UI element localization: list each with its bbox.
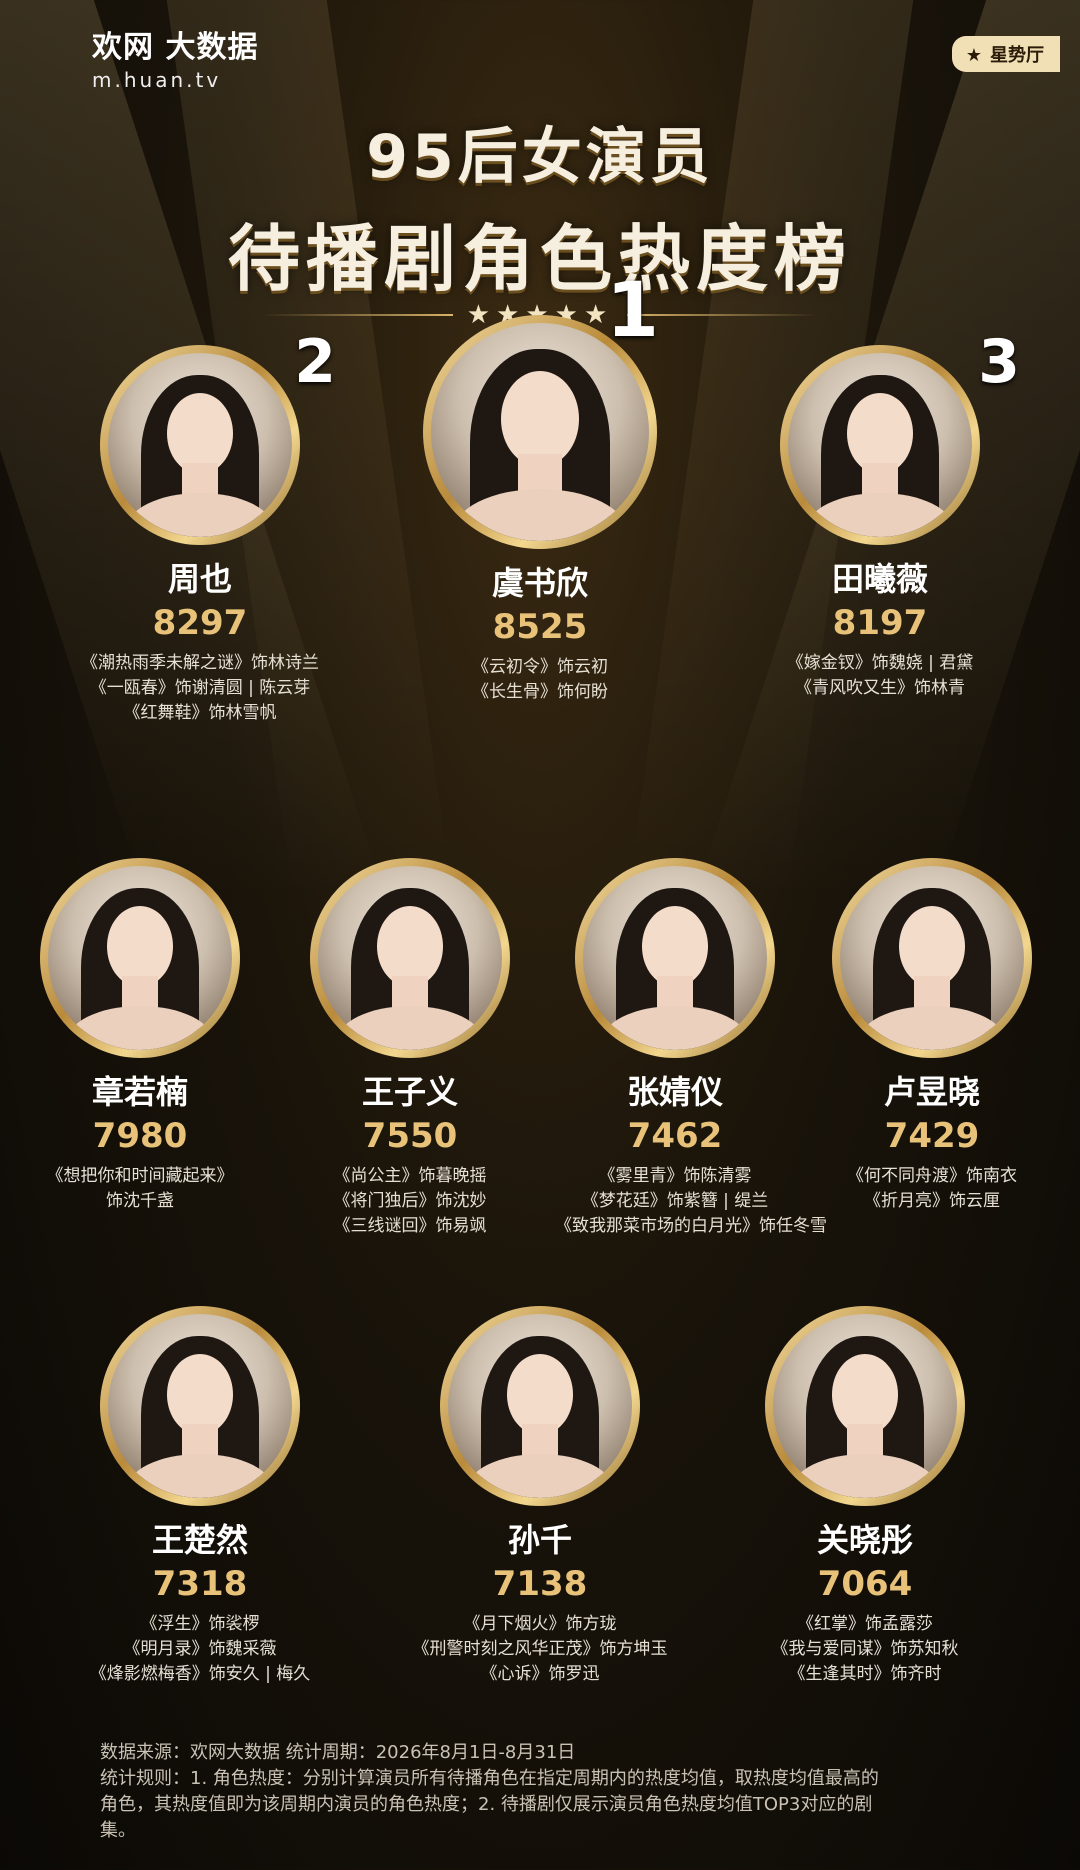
role-item: 《梦花廷》饰紫簪 | 缇兰 xyxy=(581,1191,769,1211)
logo-url: m.huan.tv xyxy=(92,68,222,92)
role-list: 《云初令》饰云初 《长生骨》饰何盼 xyxy=(380,655,700,705)
heat-score: 7318 xyxy=(152,1564,248,1604)
role-item: 《心诉》饰罗迅 xyxy=(480,1664,600,1684)
avatar xyxy=(40,858,240,1058)
channel-tag: ★ 星势厅 xyxy=(951,36,1060,72)
role-item: 《月下烟火》饰方珑 xyxy=(463,1614,617,1634)
heat-score: 8197 xyxy=(832,603,928,643)
footer-notes: 数据来源：欢网大数据 统计周期：2026年8月1日-8月31日 统计规则：1. … xyxy=(100,1740,1030,1844)
role-list: 《想把你和时间藏起来》 饰沈千盏 xyxy=(20,1164,260,1214)
ranking-card: 孙千 7138 《月下烟火》饰方珑 《刑警时刻之风华正茂》饰方坤玉 《心诉》饰罗… xyxy=(400,1306,680,1687)
role-list: 《红掌》饰孟露莎 《我与爱同谋》饰苏知秋 《生逢其时》饰齐时 xyxy=(725,1612,1005,1687)
role-item: 《生逢其时》饰齐时 xyxy=(788,1664,942,1684)
role-item: 《明月录》饰魏采薇 xyxy=(123,1639,277,1659)
heat-score: 7138 xyxy=(492,1564,588,1604)
role-item: 《将门独后》饰沈妙 xyxy=(333,1191,487,1211)
role-list: 《浮生》饰裟椤 《明月录》饰魏采薇 《烽影燃梅香》饰安久 | 梅久 xyxy=(60,1612,340,1687)
ranking-card-2: 2 周也 8297 《潮热雨季未解之谜》饰林诗兰 《一瓯春》饰谢清圆 | 陈云芽… xyxy=(40,327,360,726)
role-item: 《潮热雨季未解之谜》饰林诗兰 xyxy=(81,653,319,673)
page-title-line2: 待播剧角色热度榜 xyxy=(227,217,852,301)
actress-name: 章若楠 xyxy=(91,1073,188,1111)
stat-rules: 统计规则：1. 角色热度：分别计算演员所有待播角色在指定周期内的热度均值，取热度… xyxy=(100,1768,879,1789)
ranking-card-3: 3 田曦薇 8197 《嫁金钗》饰魏娆 | 君黛 《青风吹又生》饰林青 xyxy=(720,327,1040,701)
avatar xyxy=(310,858,510,1058)
heat-score: 7064 xyxy=(817,1564,913,1604)
rank-number: 3 xyxy=(978,327,1020,397)
page-title-line1: 95后女演员 xyxy=(366,122,714,192)
actress-name: 王子义 xyxy=(361,1073,458,1111)
heat-score: 8525 xyxy=(492,607,588,647)
role-list: 《嫁金钗》饰魏娆 | 君黛 《青风吹又生》饰林青 xyxy=(720,651,1040,701)
actress-name: 田曦薇 xyxy=(831,560,928,598)
actress-name: 卢昱晓 xyxy=(883,1073,980,1111)
avatar xyxy=(765,1306,965,1506)
role-item: 《雾里青》饰陈清雾 xyxy=(598,1166,752,1186)
role-item: 《一瓯春》饰谢清圆 | 陈云芽 xyxy=(89,678,311,698)
role-item: 《长生骨》饰何盼 xyxy=(472,682,608,702)
role-item: 《嫁金钗》饰魏娆 | 君黛 xyxy=(786,653,974,673)
actress-name: 周也 xyxy=(167,560,232,598)
ranking-card: 关晓彤 7064 《红掌》饰孟露莎 《我与爱同谋》饰苏知秋 《生逢其时》饰齐时 xyxy=(725,1306,1005,1687)
stat-rules: 集。 xyxy=(100,1820,136,1841)
actress-name: 张婧仪 xyxy=(626,1073,723,1111)
role-item: 《刑警时刻之风华正茂》饰方坤玉 xyxy=(412,1639,668,1659)
stat-rules: 角色，其热度值即为该周期内演员的角色热度；2. 待播剧仅展示演员角色热度均值TO… xyxy=(100,1794,873,1815)
ranking-card: 王楚然 7318 《浮生》饰裟椤 《明月录》饰魏采薇 《烽影燃梅香》饰安久 | … xyxy=(60,1306,340,1687)
actress-name: 孙千 xyxy=(507,1521,572,1559)
role-list: 《雾里青》饰陈清雾 《梦花廷》饰紫簪 | 缇兰 《致我那菜市场的白月光》饰任冬雪 xyxy=(555,1164,827,1239)
avatar: 1 xyxy=(423,265,659,549)
role-list: 《潮热雨季未解之谜》饰林诗兰 《一瓯春》饰谢清圆 | 陈云芽 《红舞鞋》饰林雪帆 xyxy=(40,651,360,726)
role-item: 《折月亮》饰云厘 xyxy=(864,1191,1000,1211)
rank-number: 1 xyxy=(606,265,659,354)
ranking-card: 张婧仪 7462 《雾里青》饰陈清雾 《梦花廷》饰紫簪 | 缇兰 《致我那菜市场… xyxy=(555,858,827,1239)
role-item: 《想把你和时间藏起来》 xyxy=(46,1166,234,1186)
ranking-card-1: 1 虞书欣 8525 《云初令》饰云初 《长生骨》饰何盼 xyxy=(380,265,700,705)
actress-name: 关晓彤 xyxy=(816,1521,913,1559)
heat-score: 7550 xyxy=(362,1116,458,1156)
role-item: 《云初令》饰云初 xyxy=(472,657,608,677)
heat-score: 8297 xyxy=(152,603,248,643)
channel-tag-label: 星势厅 xyxy=(990,45,1044,66)
role-item: 《浮生》饰裟椤 xyxy=(140,1614,260,1634)
ranking-card: 王子义 7550 《尚公主》饰暮晚摇 《将门独后》饰沈妙 《三线谜回》饰易飒 xyxy=(290,858,530,1239)
role-item: 《致我那菜市场的白月光》饰任冬雪 xyxy=(555,1216,827,1236)
rank-number: 2 xyxy=(294,327,336,397)
avatar xyxy=(575,858,775,1058)
role-item: 《何不同舟渡》饰南衣 xyxy=(847,1166,1017,1186)
actress-name: 虞书欣 xyxy=(491,564,588,602)
role-item: 饰沈千盏 xyxy=(106,1191,174,1211)
avatar: 3 xyxy=(780,327,1020,545)
avatar: 2 xyxy=(100,327,336,545)
data-source: 数据来源：欢网大数据 统计周期：2026年8月1日-8月31日 xyxy=(100,1742,576,1763)
role-item: 《红掌》饰孟露莎 xyxy=(797,1614,933,1634)
actress-name: 王楚然 xyxy=(151,1521,248,1559)
avatar xyxy=(100,1306,300,1506)
role-item: 《青风吹又生》饰林青 xyxy=(795,678,965,698)
role-list: 《尚公主》饰暮晚摇 《将门独后》饰沈妙 《三线谜回》饰易飒 xyxy=(290,1164,530,1239)
role-item: 《尚公主》饰暮晚摇 xyxy=(333,1166,487,1186)
brand-logo: 欢网 大数据 m.huan.tv xyxy=(92,22,258,92)
heat-score: 7429 xyxy=(884,1116,980,1156)
heat-score: 7980 xyxy=(92,1116,188,1156)
logo-main-text: 欢网 大数据 xyxy=(92,30,259,65)
heat-score: 7462 xyxy=(627,1116,723,1156)
avatar xyxy=(440,1306,640,1506)
ranking-card: 卢昱晓 7429 《何不同舟渡》饰南衣 《折月亮》饰云厘 xyxy=(812,858,1052,1214)
role-list: 《何不同舟渡》饰南衣 《折月亮》饰云厘 xyxy=(812,1164,1052,1214)
role-item: 《三线谜回》饰易飒 xyxy=(333,1216,487,1236)
ranking-card: 章若楠 7980 《想把你和时间藏起来》 饰沈千盏 xyxy=(20,858,260,1214)
role-item: 《红舞鞋》饰林雪帆 xyxy=(123,703,277,723)
role-list: 《月下烟火》饰方珑 《刑警时刻之风华正茂》饰方坤玉 《心诉》饰罗迅 xyxy=(400,1612,680,1687)
role-item: 《我与爱同谋》饰苏知秋 xyxy=(771,1639,959,1659)
star-icon: ★ xyxy=(965,45,982,66)
avatar xyxy=(832,858,1032,1058)
role-item: 《烽影燃梅香》饰安久 | 梅久 xyxy=(89,1664,311,1684)
